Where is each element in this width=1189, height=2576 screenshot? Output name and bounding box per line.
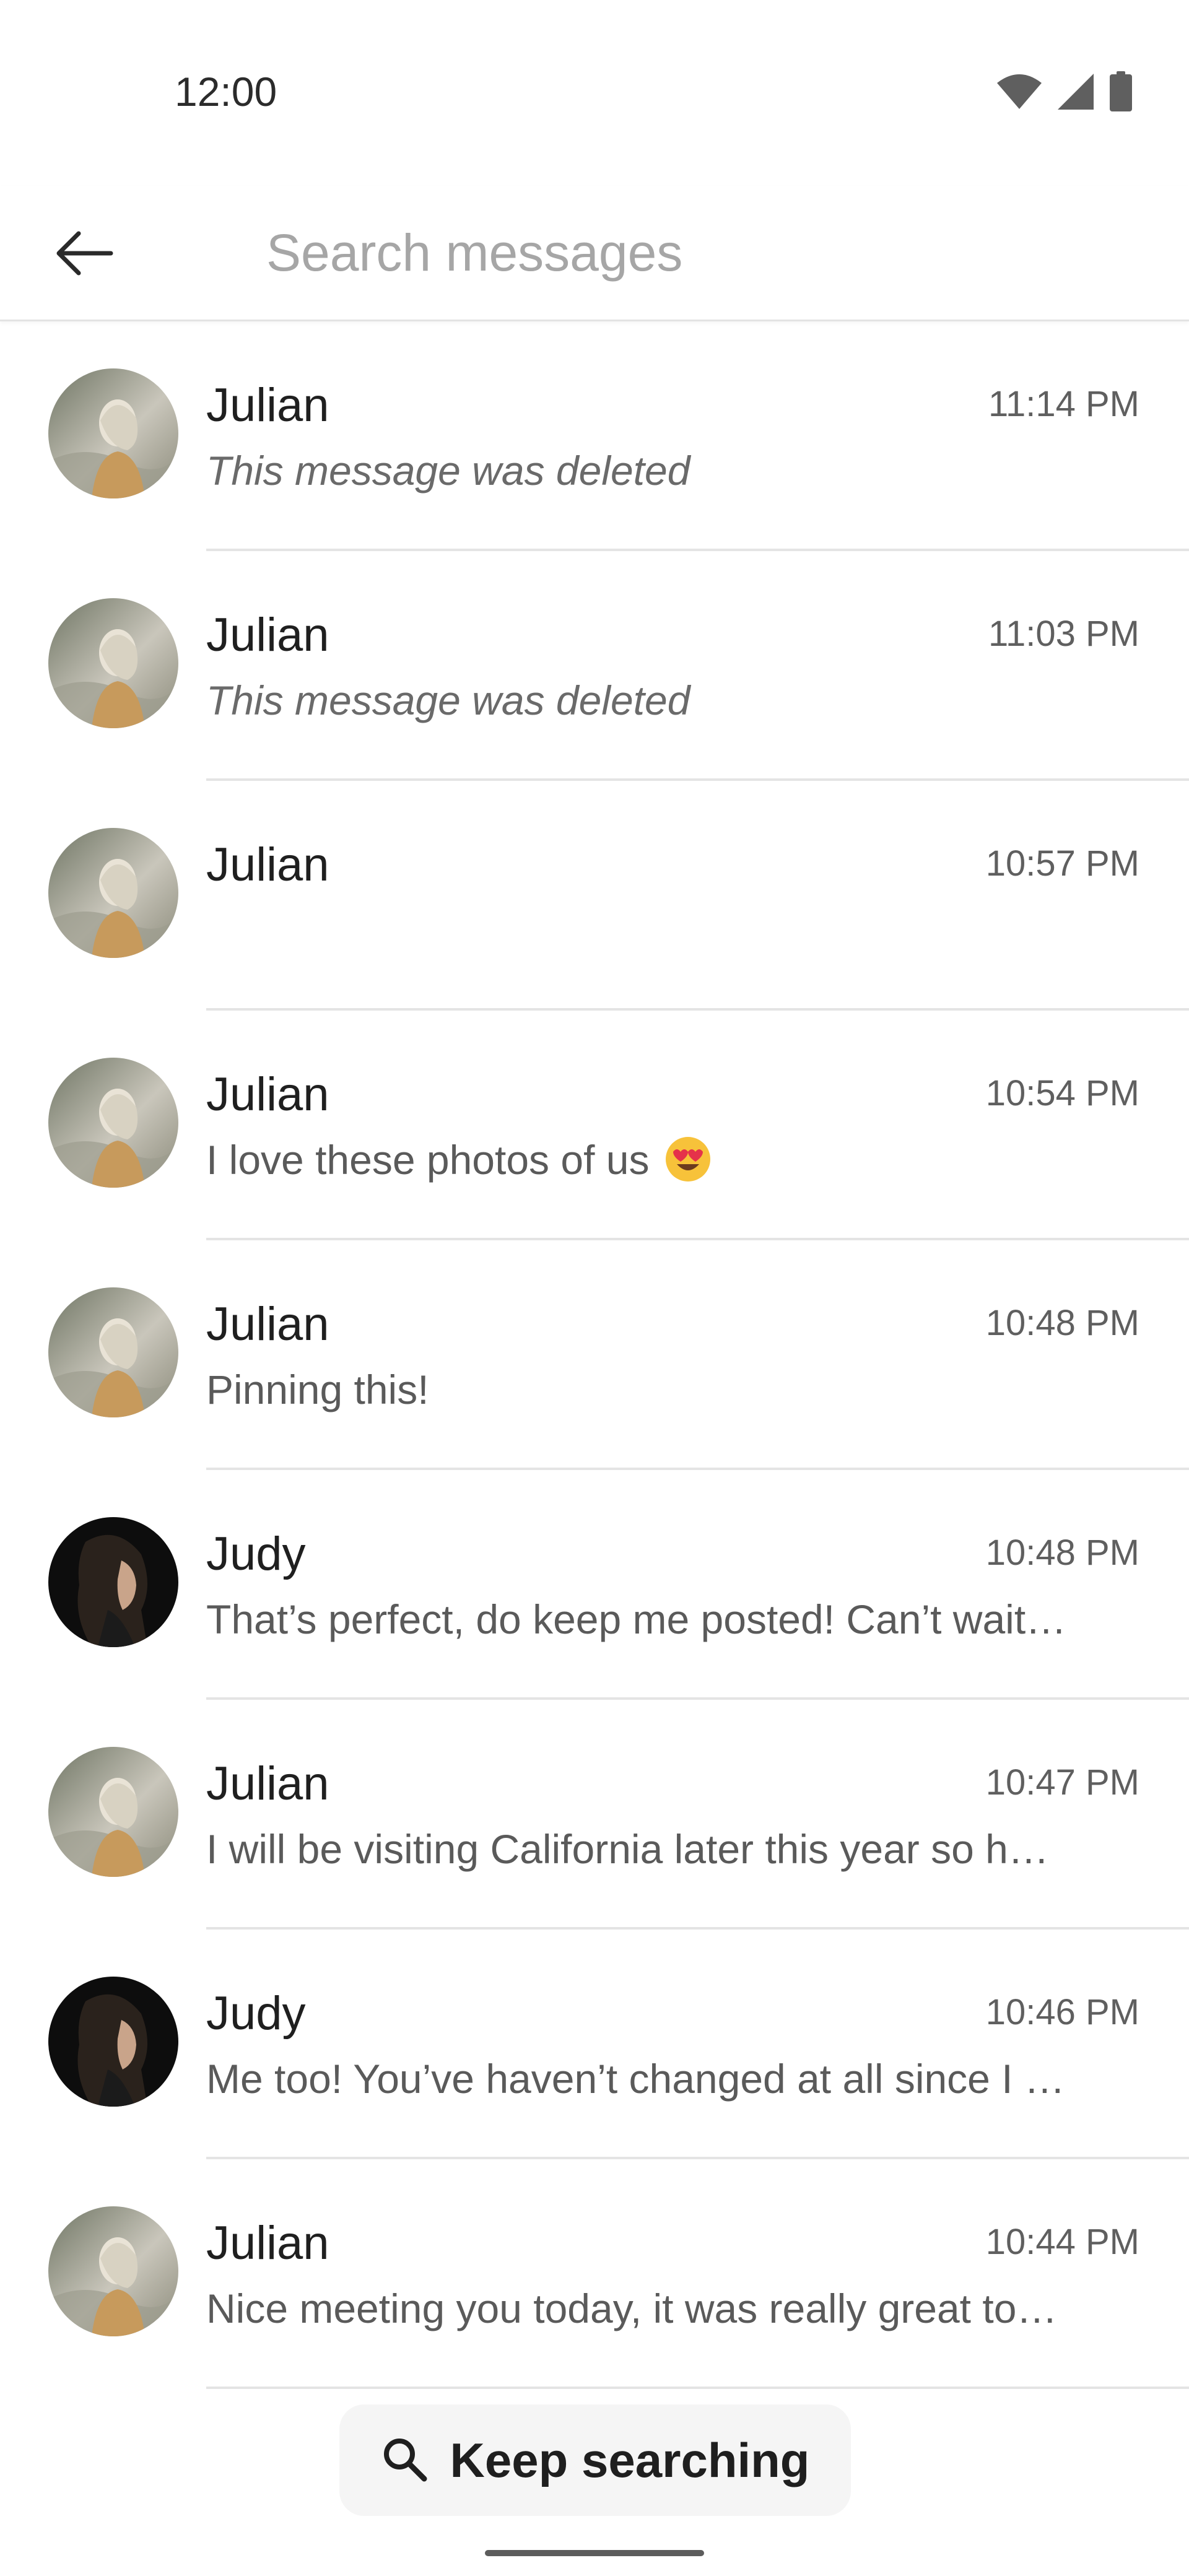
- message-time: 10:46 PM: [985, 1992, 1139, 2032]
- search-result-row[interactable]: Julian 10:47 PM I will be visiting Califor…: [0, 1700, 1189, 1930]
- search-icon: [381, 2435, 428, 2486]
- message-preview: That’s perfect, do keep me posted! Can’t…: [206, 1591, 1086, 1647]
- message-preview: Me too! You’ve haven’t changed at all si…: [206, 2051, 1086, 2107]
- avatar: [48, 1058, 178, 1188]
- message-time: 11:03 PM: [988, 614, 1139, 654]
- heart-eyes-emoji-icon: [665, 1137, 710, 1181]
- keep-searching-label: Keep searching: [450, 2432, 810, 2487]
- heart-eyes-emoji: [649, 1137, 711, 1183]
- message-time: 10:44 PM: [985, 2222, 1139, 2262]
- sender-name: Julian: [206, 1757, 329, 1810]
- search-input[interactable]: [266, 215, 1133, 290]
- search-result-row[interactable]: Julian 10:48 PM Pinning this!: [0, 1240, 1189, 1470]
- avatar: [48, 828, 178, 958]
- sender-name: Judy: [206, 1987, 306, 2040]
- keep-searching-button[interactable]: Keep searching: [339, 2404, 851, 2516]
- wifi-icon: [996, 73, 1043, 110]
- sender-name: Julian: [206, 609, 329, 661]
- sender-name: Julian: [206, 1068, 329, 1121]
- arrow-back-icon: [54, 228, 113, 281]
- message-preview-text: I love these photos of us: [206, 1137, 650, 1183]
- status-bar: 12:00: [0, 0, 1189, 186]
- message-preview-text: This message was deleted: [206, 448, 690, 494]
- row-divider: [206, 2387, 1189, 2389]
- message-preview-text: I will be visiting California later this…: [206, 1826, 1049, 1872]
- message-preview: Pinning this!: [206, 1362, 1086, 1417]
- search-result-row[interactable]: Judy 10:48 PM That’s perfect, do keep me p…: [0, 1470, 1189, 1700]
- avatar: [48, 368, 178, 498]
- message-preview: I will be visiting California later this…: [206, 1821, 1086, 1877]
- sender-name: Julian: [206, 1298, 329, 1351]
- status-icons: [996, 67, 1133, 116]
- avatar: [48, 1747, 178, 1877]
- battery-icon: [1108, 71, 1133, 112]
- avatar: [48, 1287, 178, 1417]
- message-preview: I love these photos of us: [206, 1132, 1086, 1188]
- avatar: [48, 2206, 178, 2336]
- message-time: 10:48 PM: [985, 1533, 1139, 1573]
- search-result-row[interactable]: Julian 10:57 PM: [0, 781, 1189, 1011]
- status-time: 12:00: [175, 69, 277, 115]
- sender-name: Judy: [206, 1528, 306, 1580]
- deleted-message-preview: This message was deleted: [206, 672, 1086, 728]
- search-result-row[interactable]: Julian 11:14 PM This message was deleted: [0, 321, 1189, 551]
- search-result-row[interactable]: Julian 11:03 PM This message was deleted: [0, 551, 1189, 781]
- avatar: [48, 598, 178, 728]
- avatar: [48, 1517, 178, 1647]
- message-time: 10:47 PM: [985, 1762, 1139, 1803]
- message-preview-text: That’s perfect, do keep me posted! Can’t…: [206, 1596, 1067, 1642]
- message-preview-text: Me too! You’ve haven’t changed at all si…: [206, 2056, 1065, 2102]
- sender-name: Julian: [206, 379, 329, 432]
- message-preview-text: This message was deleted: [206, 677, 690, 723]
- home-gesture-bar[interactable]: [485, 2550, 704, 2556]
- search-results-list: Julian 11:14 PM This message was deleted J…: [0, 321, 1189, 2389]
- search-result-row[interactable]: Judy 10:46 PM Me too! You’ve haven’t chang…: [0, 1930, 1189, 2159]
- avatar: [48, 1977, 178, 2107]
- sender-name: Julian: [206, 2217, 329, 2269]
- message-time: 10:57 PM: [985, 843, 1139, 884]
- search-result-row[interactable]: Julian 10:54 PM I love these photos of us: [0, 1011, 1189, 1240]
- message-time: 10:54 PM: [985, 1073, 1139, 1113]
- message-time: 11:14 PM: [988, 384, 1139, 424]
- message-preview-text: Pinning this!: [206, 1367, 429, 1412]
- sender-name: Julian: [206, 838, 329, 891]
- message-preview: Nice meeting you today, it was really gr…: [206, 2281, 1086, 2336]
- back-button[interactable]: [37, 208, 130, 301]
- message-time: 10:48 PM: [985, 1303, 1139, 1343]
- search-result-row[interactable]: Julian 10:44 PM Nice meeting you today, it…: [0, 2159, 1189, 2389]
- cell-signal-icon: [1056, 72, 1095, 111]
- search-app-bar: [0, 186, 1189, 321]
- message-preview-text: Nice meeting you today, it was really gr…: [206, 2286, 1058, 2331]
- deleted-message-preview: This message was deleted: [206, 443, 1086, 498]
